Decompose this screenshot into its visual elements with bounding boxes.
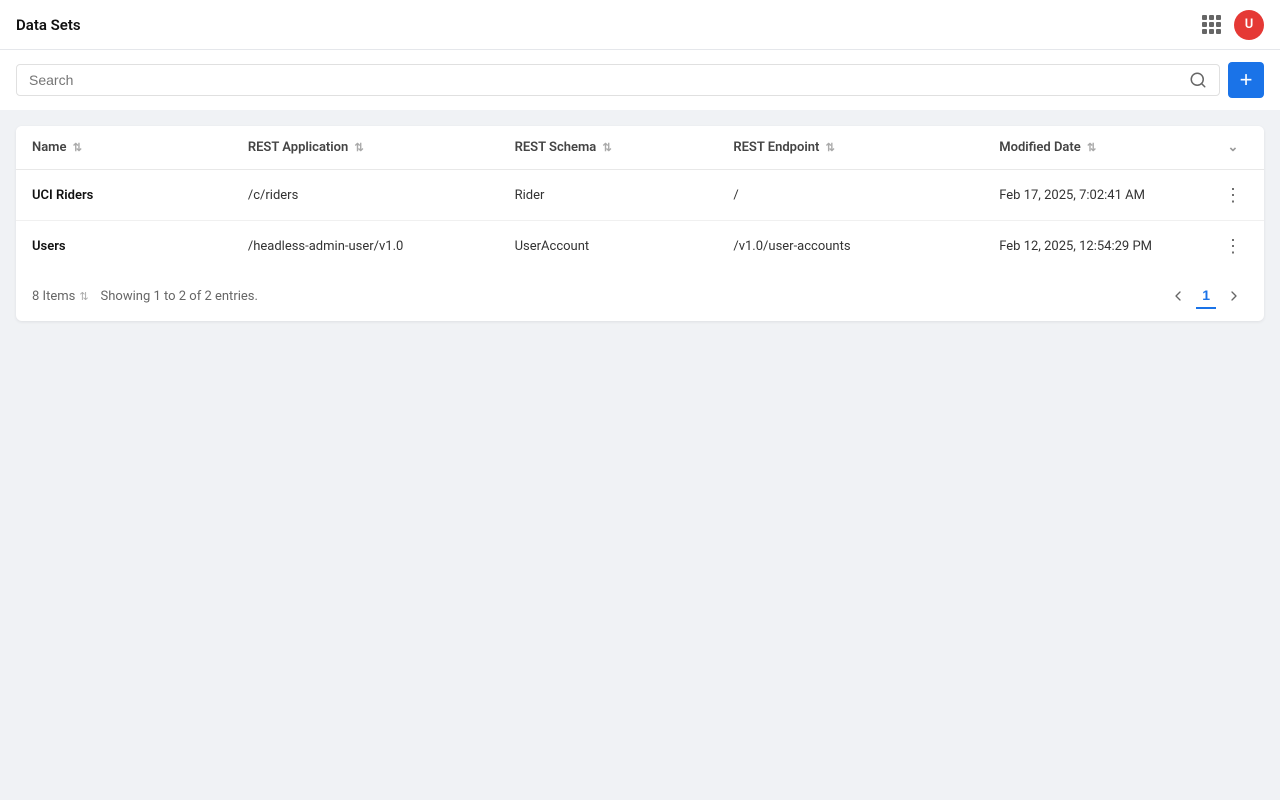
footer-left: 8 Items ⇅ Showing 1 to 2 of 2 entries. — [32, 289, 258, 304]
table-header-row: Name ⇅ REST Application ⇅ REST Schema ⇅ … — [16, 126, 1264, 170]
showing-text: Showing 1 to 2 of 2 entries. — [101, 289, 258, 304]
cell-rest-endpoint-0: / — [717, 170, 983, 221]
chevron-down-icon: ⌄ — [1228, 140, 1239, 155]
cell-actions-0: ⋮ — [1202, 170, 1264, 221]
col-header-modified-date[interactable]: Modified Date ⇅ — [983, 126, 1202, 170]
cell-rest-endpoint-1: /v1.0/user-accounts — [717, 221, 983, 272]
col-header-rest-application[interactable]: REST Application ⇅ — [232, 126, 499, 170]
cell-actions-1: ⋮ — [1202, 221, 1264, 272]
cell-rest-schema-1: UserAccount — [499, 221, 718, 272]
apps-grid-icon[interactable] — [1202, 15, 1222, 35]
cell-rest-application-1: /headless-admin-user/v1.0 — [232, 221, 499, 272]
page-1-button[interactable]: 1 — [1196, 283, 1216, 309]
main-content: Name ⇅ REST Application ⇅ REST Schema ⇅ … — [0, 110, 1280, 337]
items-sort-icon: ⇅ — [79, 290, 88, 303]
col-header-actions[interactable]: ⌄ — [1202, 126, 1264, 170]
cell-name-1: Users — [16, 221, 232, 272]
items-count[interactable]: 8 Items ⇅ — [32, 289, 89, 304]
sort-icon-rest-application: ⇅ — [355, 141, 364, 154]
row-actions-button-1[interactable]: ⋮ — [1218, 235, 1248, 257]
top-bar: Data Sets U — [0, 0, 1280, 50]
table-row: Users /headless-admin-user/v1.0 UserAcco… — [16, 221, 1264, 272]
cell-modified-date-1: Feb 12, 2025, 12:54:29 PM — [983, 221, 1202, 272]
table-footer: 8 Items ⇅ Showing 1 to 2 of 2 entries. 1 — [16, 271, 1264, 321]
sort-icon-rest-schema: ⇅ — [603, 141, 612, 154]
search-input[interactable] — [29, 72, 1189, 88]
search-bar: + — [0, 50, 1280, 110]
cell-rest-application-0: /c/riders — [232, 170, 499, 221]
col-header-rest-schema[interactable]: REST Schema ⇅ — [499, 126, 718, 170]
search-button[interactable] — [1189, 71, 1207, 89]
table-row: UCI Riders /c/riders Rider / Feb 17, 202… — [16, 170, 1264, 221]
search-icon — [1189, 71, 1207, 89]
row-actions-button-0[interactable]: ⋮ — [1218, 184, 1248, 206]
avatar[interactable]: U — [1234, 10, 1264, 40]
chevron-left-icon — [1170, 288, 1186, 304]
sort-icon-modified-date: ⇅ — [1087, 141, 1096, 154]
cell-modified-date-0: Feb 17, 2025, 7:02:41 AM — [983, 170, 1202, 221]
data-table: Name ⇅ REST Application ⇅ REST Schema ⇅ … — [16, 126, 1264, 271]
page-title: Data Sets — [16, 16, 81, 34]
add-button[interactable]: + — [1228, 62, 1264, 98]
search-container — [16, 64, 1220, 96]
chevron-right-icon — [1226, 288, 1242, 304]
col-header-name[interactable]: Name ⇅ — [16, 126, 232, 170]
cell-rest-schema-0: Rider — [499, 170, 718, 221]
col-header-rest-endpoint[interactable]: REST Endpoint ⇅ — [717, 126, 983, 170]
top-bar-icons: U — [1202, 10, 1264, 40]
sort-icon-rest-endpoint: ⇅ — [826, 141, 835, 154]
data-table-wrapper: Name ⇅ REST Application ⇅ REST Schema ⇅ … — [16, 126, 1264, 321]
prev-page-button[interactable] — [1164, 284, 1192, 308]
cell-name-0: UCI Riders — [16, 170, 232, 221]
pagination: 1 — [1164, 283, 1248, 309]
next-page-button[interactable] — [1220, 284, 1248, 308]
sort-icon-name: ⇅ — [73, 141, 82, 154]
